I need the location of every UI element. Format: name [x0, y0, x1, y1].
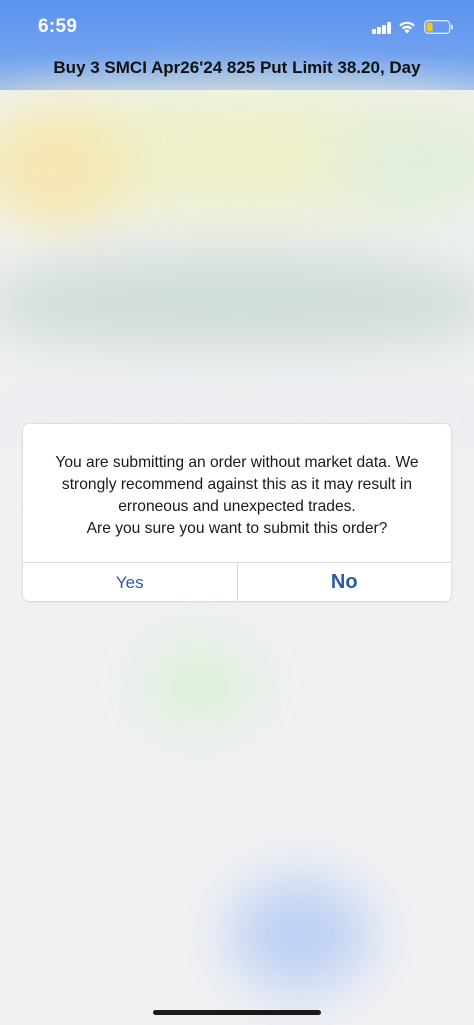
wifi-icon — [399, 21, 415, 34]
status-bar: 6:59 — [0, 0, 474, 52]
dialog-actions: Yes No — [23, 562, 451, 601]
home-indicator[interactable] — [153, 1010, 321, 1015]
blur-blob — [230, 880, 370, 990]
order-title: Buy 3 SMCI Apr26'24 825 Put Limit 38.20,… — [53, 58, 421, 77]
blur-blob — [0, 250, 474, 360]
yes-button[interactable]: Yes — [23, 563, 238, 601]
dialog-message-line: You are submitting an order without mark… — [55, 454, 419, 471]
status-time: 6:59 — [38, 16, 78, 37]
dialog-message: You are submitting an order without mark… — [35, 452, 439, 540]
signal-icon — [372, 22, 392, 34]
dialog-message-line: Are you sure you want to submit this ord… — [86, 520, 388, 537]
dialog-message-line: strongly recommend against this as it ma… — [61, 476, 413, 493]
blur-blob — [140, 640, 260, 730]
no-button[interactable]: No — [237, 563, 451, 601]
dialog-message-line: erroneous and unexpected trades. — [118, 498, 356, 515]
battery-icon — [424, 20, 453, 34]
market-data-warning-dialog: You are submitting an order without mark… — [23, 424, 451, 601]
